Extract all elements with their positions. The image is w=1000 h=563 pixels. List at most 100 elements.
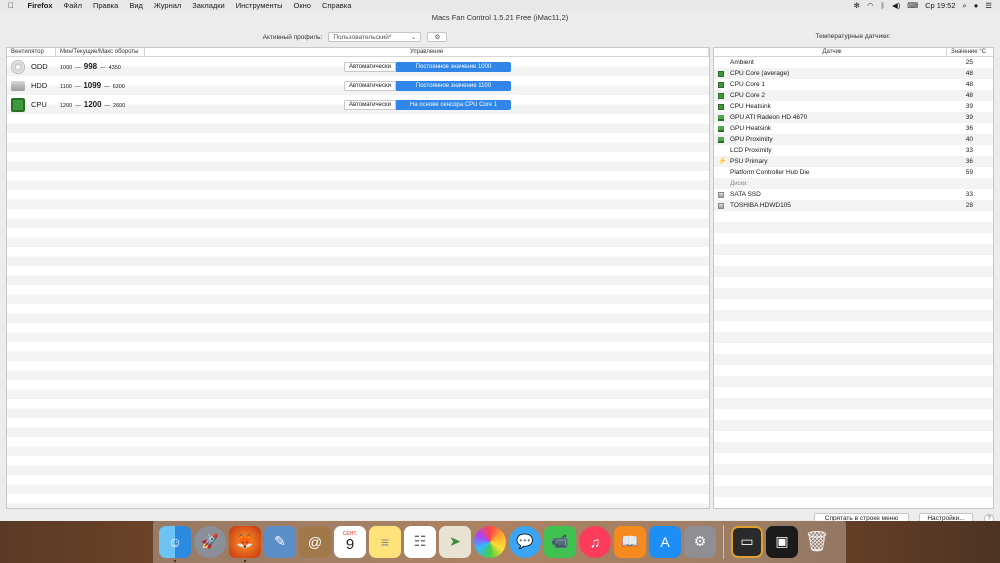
fan-name: CPU xyxy=(31,100,47,109)
sensor-row[interactable]: CPU Core 2 48 xyxy=(714,90,993,101)
dock-separator xyxy=(723,524,724,559)
header-sensor[interactable]: Датчик xyxy=(714,48,947,56)
input-source-icon[interactable]: ⌨ xyxy=(907,1,918,10)
launchpad-icon[interactable]: 🚀 xyxy=(194,525,226,558)
menu-window[interactable]: Окно xyxy=(288,1,316,10)
lightning-icon: ⚡ xyxy=(718,157,727,165)
volume-icon[interactable]: ◀) xyxy=(892,1,900,10)
reminders-icon[interactable]: ☷ xyxy=(404,525,436,558)
sensor-row[interactable]: Ambient 25 xyxy=(714,57,993,68)
auto-button[interactable]: Автоматически xyxy=(344,80,396,91)
custom-mode-button[interactable]: Постоянное значение 1000 xyxy=(396,61,511,72)
sensor-value: 39 xyxy=(965,103,973,110)
notification-center-icon[interactable]: ☰ xyxy=(985,1,992,10)
music-icon[interactable]: ♫ xyxy=(579,525,611,558)
calendar-icon[interactable]: СЕНТ. 9 xyxy=(334,525,366,558)
wifi-icon[interactable]: ◠ xyxy=(867,1,874,10)
custom-mode-button[interactable]: Постоянное значение 1100 xyxy=(396,80,511,91)
facetime-icon[interactable]: 📹 xyxy=(544,525,576,558)
apple-menu-icon[interactable]:  xyxy=(0,1,22,10)
notes-icon[interactable]: ≡ xyxy=(369,525,401,558)
rpm-current: 998 xyxy=(83,62,98,71)
sensor-row[interactable]: Platform Controller Hub Die 59 xyxy=(714,167,993,178)
clock[interactable]: Ср 19:52 xyxy=(925,1,955,10)
menu-help[interactable]: Справка xyxy=(316,1,356,10)
auto-button[interactable]: Автоматически xyxy=(344,99,396,110)
menu-bookmarks[interactable]: Закладки xyxy=(187,1,230,10)
finder-icon[interactable]: ☺ xyxy=(159,525,191,562)
fan-name: ODD xyxy=(31,62,48,71)
dock: ☺ 🚀 🦊 ✎ @ СЕНТ. 9 ≡ ☷ ➤ 💬 📹 ♫ 📖 A ⚙ ▭ ▣ … xyxy=(153,520,846,563)
header-control[interactable]: Управление xyxy=(145,48,709,56)
messages-icon[interactable]: 💬 xyxy=(509,525,541,558)
fan-row-odd[interactable]: ODD 1000 — 998 — 4350 Автоматически Пост… xyxy=(7,57,709,76)
dash: — xyxy=(100,65,106,71)
fans-table: Вентилятор Мин/Текущие/Макс обороты Упра… xyxy=(6,47,710,509)
header-fan[interactable]: Вентилятор xyxy=(7,48,56,56)
sensor-row[interactable]: GPU Heatsink 36 xyxy=(714,123,993,134)
stickies-icon[interactable]: ▭ xyxy=(731,525,763,558)
auto-button[interactable]: Автоматически xyxy=(344,61,396,72)
trash-icon[interactable]: 🗑 xyxy=(801,526,833,558)
gpu-icon xyxy=(718,136,724,143)
firefox-icon[interactable]: 🦊 xyxy=(229,525,261,562)
sensors-title: Температурные датчики: xyxy=(815,33,891,40)
fan-row-hdd[interactable]: HDD 1100 — 1099 — 6300 Автоматически Пос… xyxy=(7,76,709,95)
chip-icon xyxy=(11,97,25,112)
fan-row-cpu[interactable]: CPU 1200 — 1200 — 2600 Автоматически На … xyxy=(7,95,709,114)
sensor-name: PSU Primary xyxy=(730,158,768,165)
app-store-icon[interactable]: A xyxy=(649,525,681,558)
menu-tools[interactable]: Инструменты xyxy=(230,1,288,10)
chip-icon xyxy=(718,92,724,99)
photos-icon[interactable] xyxy=(474,525,506,558)
dash: — xyxy=(75,65,81,71)
sensor-mode-button[interactable]: На основе сенсора CPU Core 1 xyxy=(396,99,511,110)
sensor-row[interactable]: CPU Core 1 48 xyxy=(714,79,993,90)
sensor-row[interactable]: CPU Core (average) 48 xyxy=(714,68,993,79)
fans-table-body: ODD 1000 — 998 — 4350 Автоматически Пост… xyxy=(7,57,709,508)
sensor-row[interactable]: SATA SSD 33 xyxy=(714,189,993,200)
menu-bar:  Firefox Файл Правка Вид Журнал Закладк… xyxy=(0,0,1000,11)
chevron-down-icon: ⌄ xyxy=(410,34,417,41)
siri-icon[interactable]: ● xyxy=(974,1,979,10)
contacts-icon[interactable]: @ xyxy=(299,525,331,558)
fan-name: HDD xyxy=(31,81,48,90)
header-rpm[interactable]: Мин/Текущие/Макс обороты xyxy=(56,48,145,56)
rpm-min: 1200 xyxy=(60,103,73,109)
sensor-row[interactable]: ⚡ PSU Primary 36 xyxy=(714,156,993,167)
sensor-value: 33 xyxy=(965,191,973,198)
sensor-row[interactable]: LCD Proximity 33 xyxy=(714,145,993,156)
profile-select[interactable]: Пользовательский* ⌄ xyxy=(328,32,422,42)
sensor-row[interactable]: GPU ATI Radeon HD 4670 39 xyxy=(714,112,993,123)
menu-app-firefox[interactable]: Firefox xyxy=(22,1,58,10)
search-icon[interactable]: ⌕ xyxy=(963,1,967,11)
dash: — xyxy=(104,103,111,109)
system-preferences-icon[interactable]: ⚙ xyxy=(684,525,716,558)
fan-rpm: 1000 — 998 — 4350 xyxy=(55,62,165,71)
menu-history[interactable]: Журнал xyxy=(148,1,186,10)
bluetooth-icon[interactable]: ᛒ xyxy=(880,1,885,10)
fan-status-icon[interactable]: ✻ xyxy=(854,1,860,10)
sensor-name: Platform Controller Hub Die xyxy=(730,169,810,176)
chip-icon xyxy=(718,81,724,88)
rpm-max: 4350 xyxy=(108,65,121,71)
blank-icon xyxy=(718,60,724,66)
books-icon[interactable]: 📖 xyxy=(614,525,646,558)
gear-menu-button[interactable]: ⚙ xyxy=(427,32,448,42)
screenshot-thumbnail-icon[interactable]: ▣ xyxy=(766,525,798,558)
sensor-row[interactable]: CPU Heatsink 39 xyxy=(714,101,993,112)
sensor-name: CPU Core 1 xyxy=(730,81,766,88)
sensor-value: 28 xyxy=(965,202,973,209)
sensor-row[interactable]: TOSHIBA HDWD105 28 xyxy=(714,200,993,211)
chip-icon xyxy=(718,103,724,110)
menu-edit[interactable]: Правка xyxy=(87,1,123,10)
menu-file[interactable]: Файл xyxy=(58,1,87,10)
app-window: Macs Fan Control 1.5.21 Free (iMac11,2) … xyxy=(0,11,1000,524)
header-value[interactable]: Значение °C xyxy=(947,48,993,56)
sensor-row[interactable]: GPU Proximity 40 xyxy=(714,134,993,145)
profile-label: Активный профиль: xyxy=(262,33,323,41)
gpu-icon xyxy=(718,114,724,121)
maps-icon[interactable]: ➤ xyxy=(439,525,471,558)
preview-icon[interactable]: ✎ xyxy=(264,525,296,558)
menu-view[interactable]: Вид xyxy=(124,1,149,10)
